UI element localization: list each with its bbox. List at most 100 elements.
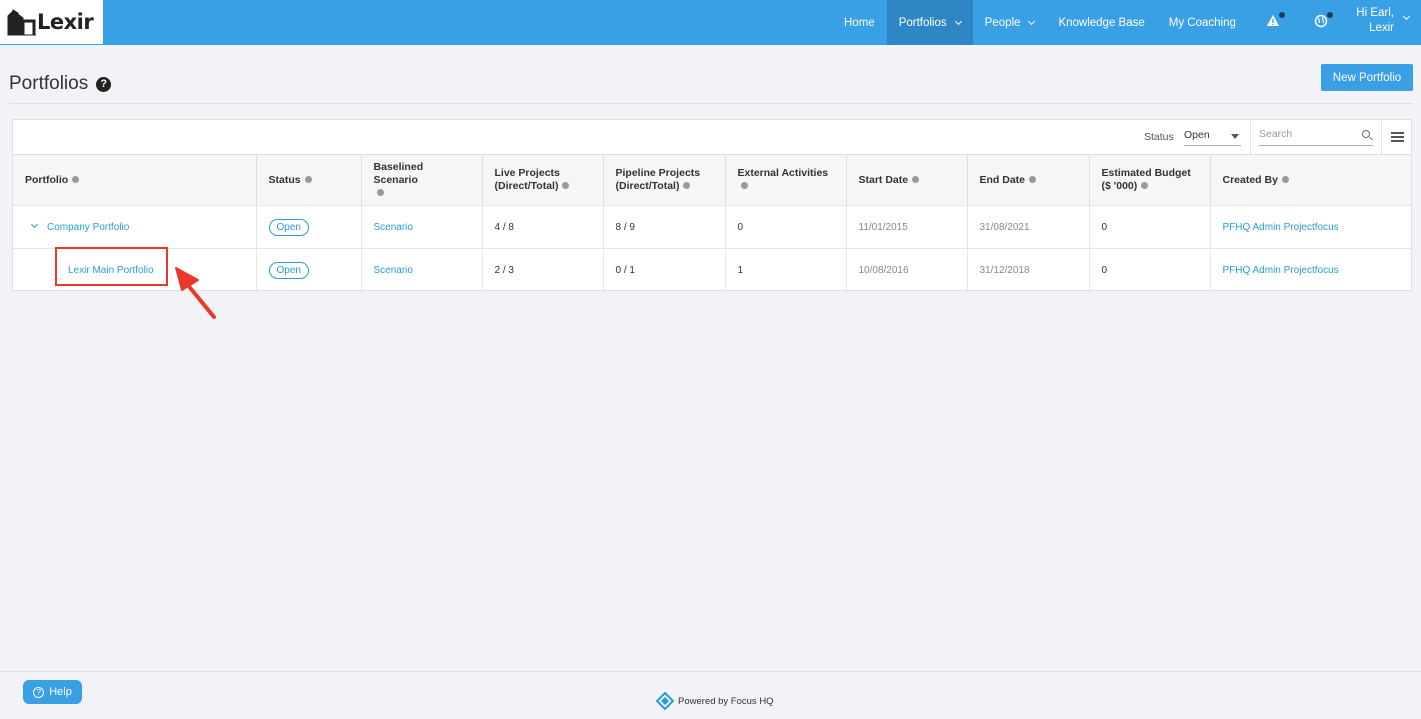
col-status-label: Status <box>268 173 301 186</box>
cell-created-by: PFHQ Admin Projectfocus <box>1210 248 1411 292</box>
status-filter-label: Status <box>1144 131 1174 143</box>
status-badge: Open <box>268 261 309 279</box>
cell-external-activities: 0 <box>725 205 847 249</box>
nav-knowledge-base[interactable]: Knowledge Base <box>1046 0 1156 45</box>
info-icon <box>562 182 570 189</box>
col-status[interactable]: Status <box>256 154 362 206</box>
status-filter-value: Open <box>1184 129 1210 141</box>
powered-by[interactable]: Powered by Focus HQ <box>656 692 774 710</box>
portfolio-link[interactable]: Company Portfolio <box>47 222 129 233</box>
cell-status: Open <box>256 248 362 292</box>
cell-estimated-budget: 0 <box>1089 205 1211 249</box>
user-menu[interactable]: Hi Earl, Lexir <box>1356 6 1411 36</box>
col-baselined-scenario-label: Baselined Scenario <box>373 160 424 186</box>
col-estimated-budget-label: Estimated Budget <box>1101 167 1191 179</box>
chevron-down-icon <box>1402 12 1411 21</box>
status-badge: Open <box>268 218 309 236</box>
nav-home-label: Home <box>844 16 875 29</box>
created-by-link[interactable]: PFHQ Admin Projectfocus <box>1223 222 1339 233</box>
header-divider <box>9 103 1413 104</box>
info-icon <box>1141 182 1149 189</box>
nav-knowledge-base-label: Knowledge Base <box>1058 16 1145 29</box>
search-input[interactable]: Search <box>1259 128 1373 146</box>
cell-pipeline-projects: 0 / 1 <box>603 248 726 292</box>
col-estimated-budget[interactable]: Estimated Budget ($ '000) <box>1089 154 1211 206</box>
user-greeting: Hi Earl, <box>1356 7 1394 19</box>
help-icon: ? <box>33 686 45 698</box>
new-portfolio-button[interactable]: New Portfolio <box>1321 64 1413 91</box>
cell-end-date: 31/08/2021 <box>967 205 1090 249</box>
info-icon <box>740 182 748 189</box>
cell-live-projects: 4 / 8 <box>482 205 604 249</box>
info-icon <box>912 175 920 183</box>
top-navbar: Lexir Home Portfolios People Knowledge B… <box>0 0 1421 45</box>
nav-home[interactable]: Home <box>832 0 887 45</box>
notification-dot <box>1327 12 1333 18</box>
cell-external-activities: 1 <box>725 248 847 292</box>
portfolios-table-panel: Status Open Search Portfolio Status Base… <box>12 119 1412 292</box>
user-name: Lexir <box>1369 22 1394 34</box>
info-icon <box>304 175 312 183</box>
info-icon <box>1029 175 1037 183</box>
table-header-row: Portfolio Status Baselined Scenario Live… <box>13 154 1411 206</box>
column-menu-icon[interactable] <box>1391 132 1404 142</box>
search-icon[interactable] <box>1362 130 1370 138</box>
info-icon <box>683 182 691 189</box>
language-button[interactable] <box>1314 12 1333 32</box>
annotation-arrow-icon <box>175 267 216 319</box>
help-question-icon[interactable]: ? <box>96 76 112 92</box>
table-row: Lexir Main Portfolio Open Scenario 2 / 3… <box>13 248 1411 292</box>
status-filter-select[interactable]: Open <box>1184 128 1241 146</box>
col-pipeline-projects-label: Pipeline Projects <box>615 167 701 179</box>
cell-scenario: Scenario <box>361 248 483 292</box>
scenario-link[interactable]: Scenario <box>374 265 413 276</box>
nav-people-label: People <box>984 16 1021 29</box>
table-row: Company Portfolio Open Scenario 4 / 8 8 … <box>13 205 1411 249</box>
col-pipeline-projects[interactable]: Pipeline Projects (Direct/Total) <box>603 154 726 206</box>
page-title-text: Portfolios <box>9 73 89 94</box>
search-placeholder: Search <box>1259 128 1293 140</box>
table-toolbar: Status Open Search <box>13 120 1411 154</box>
created-by-link[interactable]: PFHQ Admin Projectfocus <box>1223 265 1339 276</box>
logo-text: Lexir <box>37 10 94 34</box>
help-button[interactable]: ? Help <box>23 680 82 704</box>
nav-portfolios[interactable]: Portfolios <box>886 0 973 45</box>
col-live-projects-label: Live Projects <box>494 167 560 179</box>
powered-by-text: Powered by Focus HQ <box>678 695 774 707</box>
alerts-button[interactable] <box>1266 12 1285 32</box>
col-start-date[interactable]: Start Date <box>846 154 968 206</box>
cell-scenario: Scenario <box>361 205 483 249</box>
cell-pipeline-projects: 8 / 9 <box>603 205 726 249</box>
info-icon <box>376 188 384 196</box>
nav-people[interactable]: People <box>973 0 1047 45</box>
nav-my-coaching[interactable]: My Coaching <box>1157 0 1248 45</box>
col-portfolio-label: Portfolio <box>25 173 69 186</box>
col-end-date-label: End Date <box>979 173 1026 186</box>
page-title: Portfolios ? <box>9 73 112 95</box>
cell-portfolio: Company Portfolio <box>13 205 257 249</box>
help-label: Help <box>49 686 72 698</box>
col-pipeline-projects-sublabel: (Direct/Total) <box>615 180 680 192</box>
warning-icon <box>1267 15 1279 26</box>
app-logo[interactable]: Lexir <box>0 0 103 44</box>
cell-live-projects: 2 / 3 <box>482 248 604 292</box>
col-live-projects[interactable]: Live Projects (Direct/Total) <box>482 154 604 206</box>
toolbar-divider <box>1381 120 1382 154</box>
info-icon <box>72 175 80 183</box>
info-icon <box>1281 175 1289 183</box>
cell-end-date: 31/12/2018 <box>967 248 1090 292</box>
col-portfolio[interactable]: Portfolio <box>13 154 257 206</box>
col-baselined-scenario[interactable]: Baselined Scenario <box>361 154 483 206</box>
col-created-by[interactable]: Created By <box>1210 154 1411 206</box>
building-logo-icon <box>7 9 36 36</box>
scenario-link[interactable]: Scenario <box>374 222 413 233</box>
col-external-activities[interactable]: External Activities <box>725 154 847 206</box>
globe-icon <box>1314 14 1328 28</box>
col-end-date[interactable]: End Date <box>967 154 1090 206</box>
chevron-down-icon <box>1028 17 1036 25</box>
caret-down-icon <box>1231 134 1239 139</box>
notification-dot <box>1279 12 1285 18</box>
chevron-down-icon[interactable] <box>30 221 39 229</box>
nav-my-coaching-label: My Coaching <box>1168 16 1236 29</box>
cell-estimated-budget: 0 <box>1089 248 1211 292</box>
